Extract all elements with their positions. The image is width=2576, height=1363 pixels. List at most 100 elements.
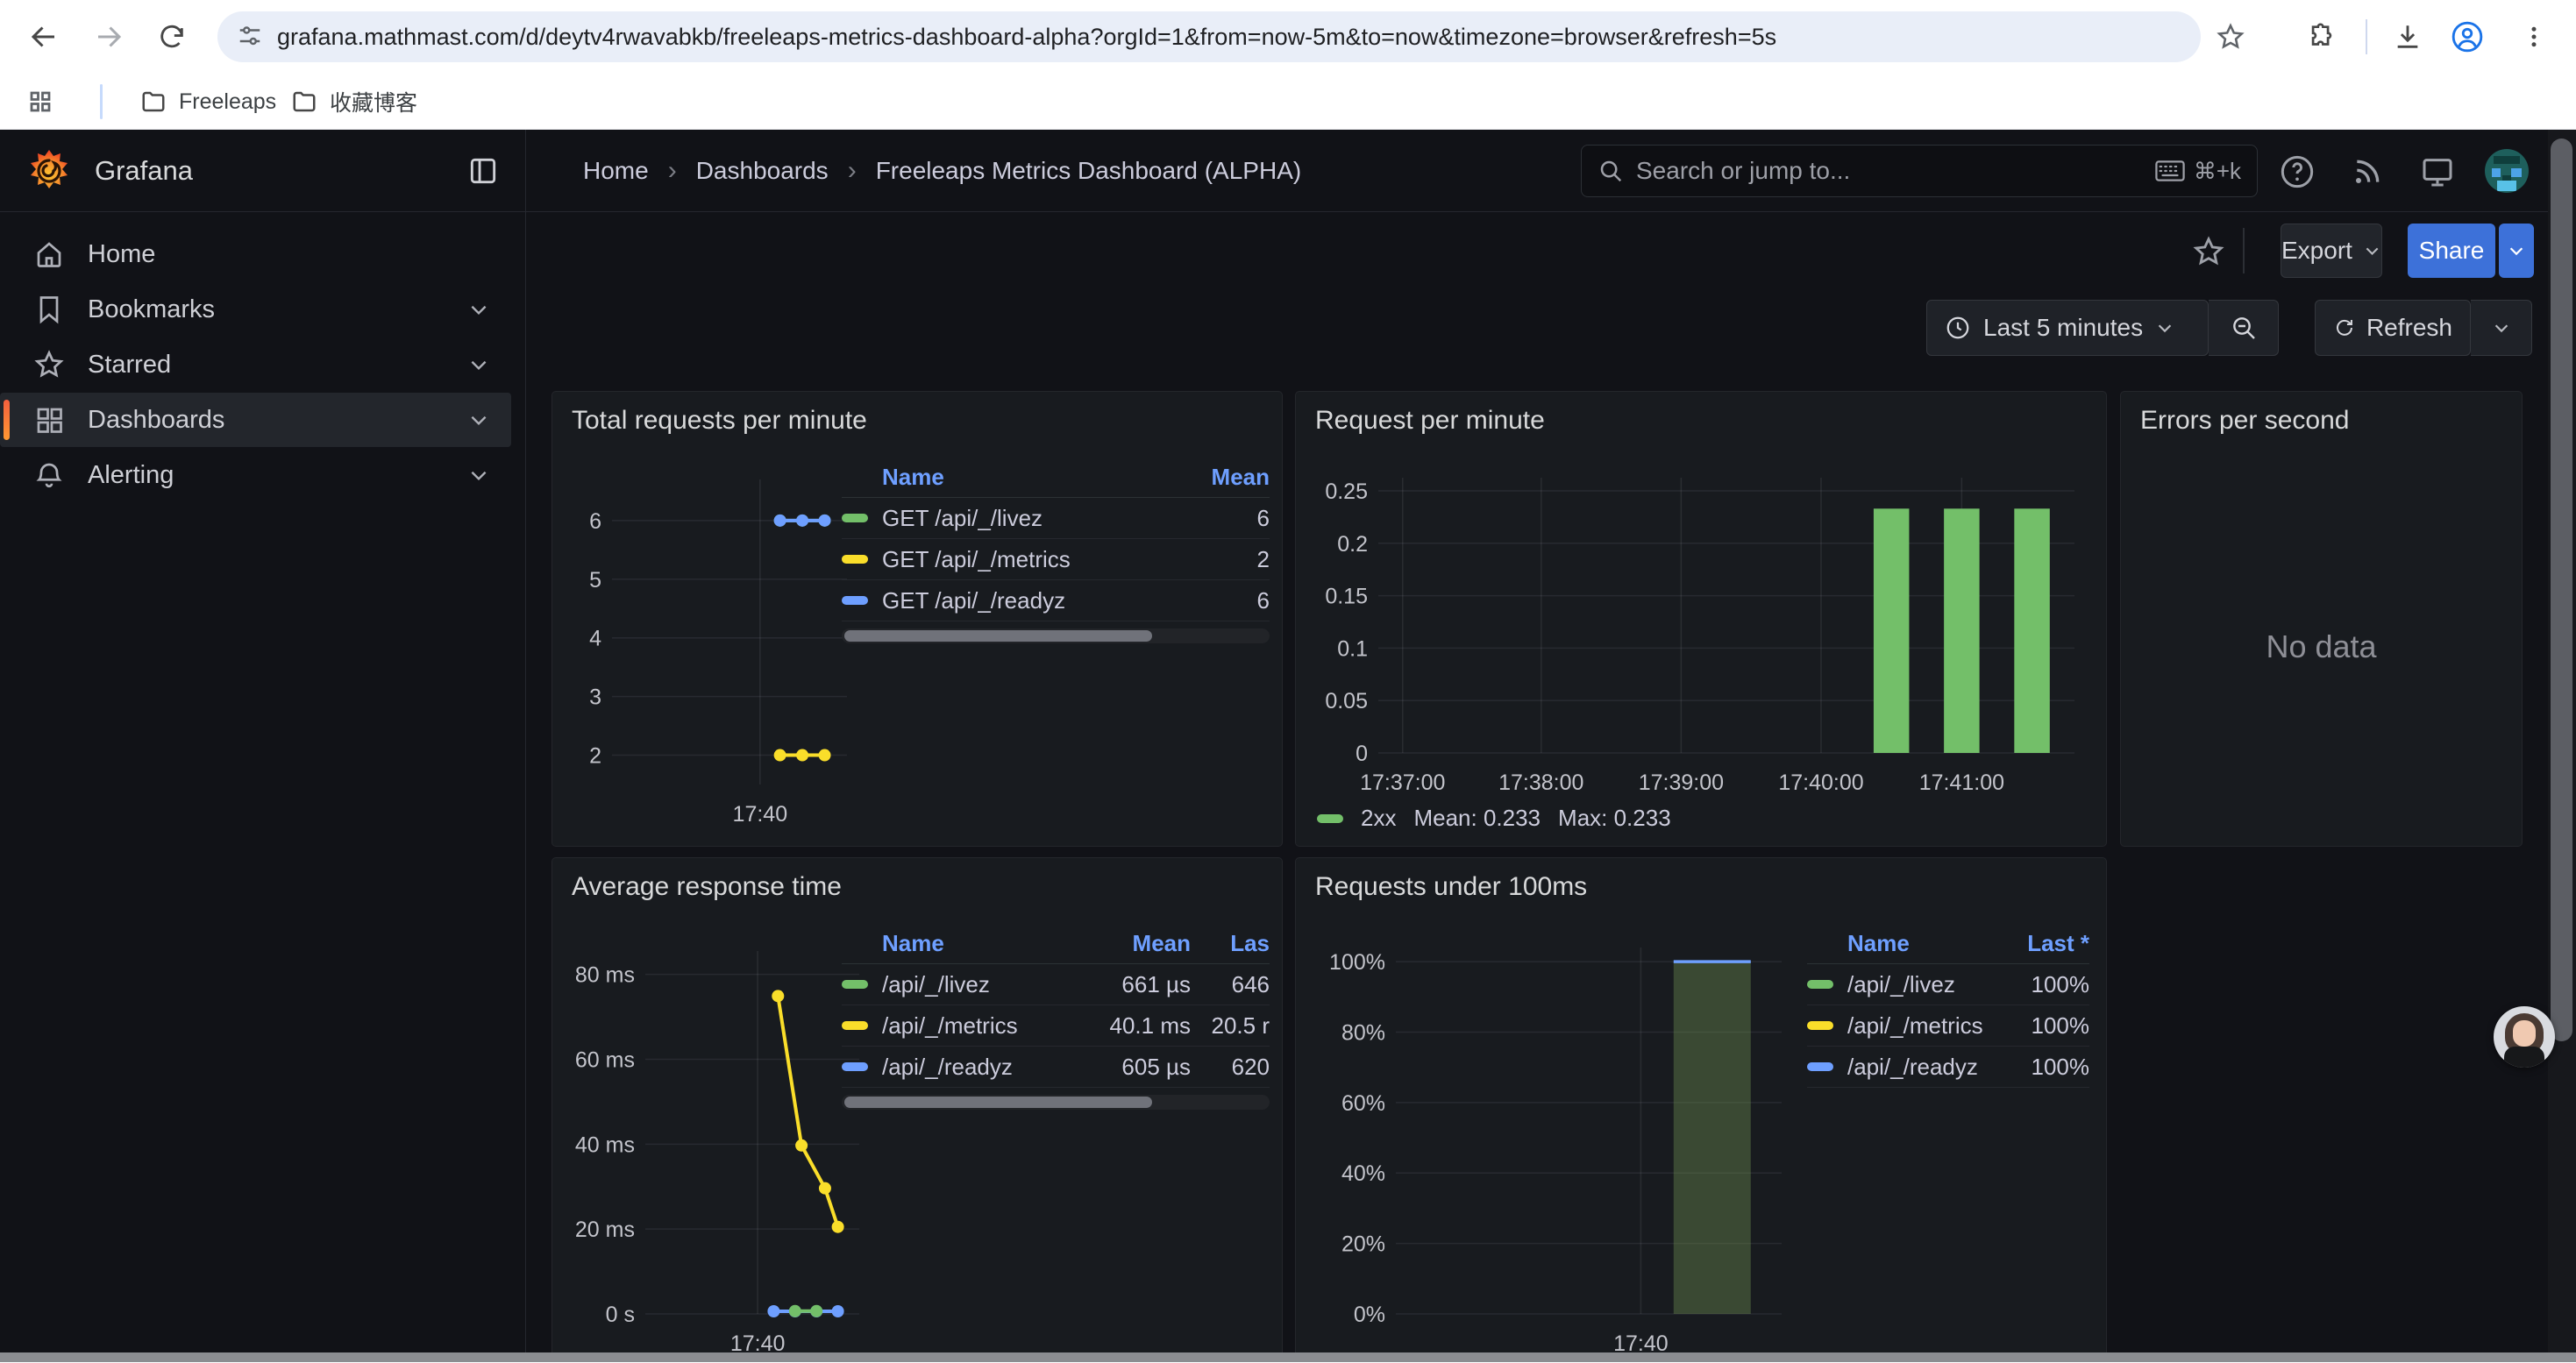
chevron-down-icon xyxy=(2363,241,2381,260)
search-input[interactable]: Search or jump to... ⌘+k xyxy=(1581,145,2258,197)
bookmark-folder-blogs[interactable]: 收藏博客 xyxy=(279,81,430,123)
legend-header-name[interactable]: Name xyxy=(842,930,1059,957)
legend-header-las[interactable]: Las xyxy=(1191,930,1270,957)
series-swatch xyxy=(842,1062,868,1071)
legend-header-mean[interactable]: Mean xyxy=(1059,930,1191,957)
legend-scrollbar[interactable] xyxy=(842,1095,1270,1110)
sidebar-item-label: Bookmarks xyxy=(88,295,215,324)
dock-sidebar-toggle-icon[interactable] xyxy=(466,154,500,188)
grafana-app: Grafana Home › Dashboards › Freeleaps Me… xyxy=(0,130,2576,1362)
favorite-star-icon[interactable] xyxy=(2192,235,2225,268)
legend-row[interactable]: /api/_/livez100% xyxy=(1807,964,2089,1005)
refresh-button[interactable]: Refresh xyxy=(2315,300,2471,356)
share-button[interactable]: Share xyxy=(2408,224,2495,278)
panel-title: Total requests per minute xyxy=(572,406,867,436)
panel-avg-response-time[interactable]: Average response time 80 ms60 ms40 ms20 … xyxy=(551,857,1283,1361)
breadcrumb-dashboards[interactable]: Dashboards xyxy=(696,157,829,185)
panel-request-per-minute[interactable]: Request per minute 0.250.20.150.10.05017… xyxy=(1295,391,2107,847)
legend-row[interactable]: GET /api/_/livez6 xyxy=(842,498,1270,539)
legend-table[interactable]: NameLast * /api/_/livez100%/api/_/metrics… xyxy=(1807,923,2089,1088)
legend-row[interactable]: /api/_/metrics40.1 ms20.5 r xyxy=(842,1005,1270,1047)
legend-row[interactable]: /api/_/readyz605 µs620 xyxy=(842,1047,1270,1088)
legend-row[interactable]: /api/_/livez661 µs646 xyxy=(842,964,1270,1005)
svg-text:60 ms: 60 ms xyxy=(575,1047,635,1072)
panel-total-requests[interactable]: Total requests per minute 6543217:40 Nam… xyxy=(551,391,1283,847)
reload-button[interactable] xyxy=(147,12,196,61)
legend-header-mean[interactable]: Mean xyxy=(1182,464,1270,491)
series-swatch xyxy=(1807,1062,1833,1071)
chevron-down-icon[interactable] xyxy=(467,353,490,376)
sidebar-item-label: Alerting xyxy=(88,461,174,490)
series-name: GET /api/_/livez xyxy=(882,505,1042,532)
user-avatar[interactable] xyxy=(2485,149,2529,193)
legend-row[interactable]: GET /api/_/metrics2 xyxy=(842,539,1270,580)
svg-text:17:40:00: 17:40:00 xyxy=(1778,770,1863,795)
site-settings-icon[interactable] xyxy=(237,24,263,50)
svg-text:5: 5 xyxy=(589,568,601,593)
legend-table[interactable]: NameMean GET /api/_/livez6GET /api/_/metr… xyxy=(842,457,1270,643)
browser-menu-button[interactable] xyxy=(2509,12,2558,61)
window-bottom-scrollbar[interactable] xyxy=(0,1352,2576,1362)
breadcrumb-home[interactable]: Home xyxy=(583,157,649,185)
legend-row[interactable]: /api/_/readyz100% xyxy=(1807,1047,2089,1088)
series-value: 40.1 ms xyxy=(1059,1012,1191,1040)
sidebar-item-starred[interactable]: Starred xyxy=(0,337,511,392)
bookmark-star-button[interactable] xyxy=(2206,12,2255,61)
keyboard-icon xyxy=(2155,160,2185,182)
legend-scrollbar-thumb[interactable] xyxy=(844,1097,1152,1108)
request-per-minute-chart: 0.250.20.150.10.05017:37:0017:38:0017:39… xyxy=(1312,465,2092,809)
zoom-out-button[interactable] xyxy=(2209,300,2279,356)
svg-text:20 ms: 20 ms xyxy=(575,1217,635,1242)
svg-text:3: 3 xyxy=(589,685,601,710)
back-button[interactable] xyxy=(19,12,68,61)
sidebar-item-alerting[interactable]: Alerting xyxy=(0,448,511,502)
refresh-interval-button[interactable] xyxy=(2471,300,2532,356)
legend-line[interactable]: 2xx Mean: 0.233 Max: 0.233 xyxy=(1317,805,1671,832)
sidebar-nav: Home Bookmarks Starred Dashboards Alerti… xyxy=(0,212,526,1362)
sidebar-item-home[interactable]: Home xyxy=(0,227,511,281)
profile-button[interactable] xyxy=(2443,12,2492,61)
breadcrumb: Home › Dashboards › Freeleaps Metrics Da… xyxy=(583,130,1301,212)
url-bar[interactable]: grafana.mathmast.com/d/deytv4rwavabkb/fr… xyxy=(217,11,2201,62)
bell-icon xyxy=(33,459,65,491)
panel-requests-under-100ms[interactable]: Requests under 100ms 100%80%60%40%20%0%1… xyxy=(1295,857,2107,1361)
panel-title: Average response time xyxy=(572,872,842,902)
legend-header-last-[interactable]: Last * xyxy=(1984,930,2089,957)
bookmarks-divider xyxy=(100,84,103,119)
sidebar-item-dashboards[interactable]: Dashboards xyxy=(0,393,511,447)
news-rss-icon[interactable] xyxy=(2350,154,2385,189)
chevron-down-icon[interactable] xyxy=(467,464,490,486)
chevron-down-icon[interactable] xyxy=(467,408,490,431)
panel-errors-per-second[interactable]: Errors per second No data xyxy=(2120,391,2523,847)
time-range-picker[interactable]: Last 5 minutes xyxy=(1926,300,2209,356)
legend-row[interactable]: /api/_/metrics100% xyxy=(1807,1005,2089,1047)
avg-response-time-chart: 80 ms60 ms40 ms20 ms0 s17:40 xyxy=(565,932,872,1363)
svg-text:17:41:00: 17:41:00 xyxy=(1919,770,2004,795)
legend-header-name[interactable]: Name xyxy=(1807,930,1984,957)
legend-scrollbar-thumb[interactable] xyxy=(844,630,1152,642)
bookmark-folder-freeleaps[interactable]: Freeleaps xyxy=(128,81,288,123)
downloads-button[interactable] xyxy=(2383,12,2432,61)
svg-text:0.05: 0.05 xyxy=(1325,689,1368,713)
legend-row[interactable]: GET /api/_/readyz6 xyxy=(842,580,1270,621)
extensions-button[interactable] xyxy=(2297,12,2346,61)
share-menu-button[interactable] xyxy=(2499,224,2534,278)
chevron-down-icon[interactable] xyxy=(467,298,490,321)
svg-text:40%: 40% xyxy=(1341,1161,1385,1186)
star-icon xyxy=(2216,22,2245,52)
forward-button[interactable] xyxy=(84,12,133,61)
zoom-out-icon xyxy=(2230,314,2258,342)
series-value: 100% xyxy=(1984,1054,2089,1081)
legend-header-name[interactable]: Name xyxy=(842,464,1182,491)
series-swatch xyxy=(1317,814,1343,823)
legend-scrollbar[interactable] xyxy=(842,628,1270,643)
sidebar-item-bookmarks[interactable]: Bookmarks xyxy=(0,282,511,337)
legend-table[interactable]: NameMeanLas/api/_/livez661 µs646/api/_/m… xyxy=(842,923,1270,1110)
kiosk-monitor-icon[interactable] xyxy=(2420,154,2455,189)
help-icon[interactable] xyxy=(2280,154,2315,189)
export-button[interactable]: Export xyxy=(2281,224,2382,278)
page-scrollbar-thumb[interactable] xyxy=(2551,138,2572,1041)
floating-assistant-avatar[interactable] xyxy=(2494,1006,2555,1068)
apps-grid-button[interactable] xyxy=(16,77,65,126)
browser-toolbar: grafana.mathmast.com/d/deytv4rwavabkb/fr… xyxy=(0,0,2576,74)
